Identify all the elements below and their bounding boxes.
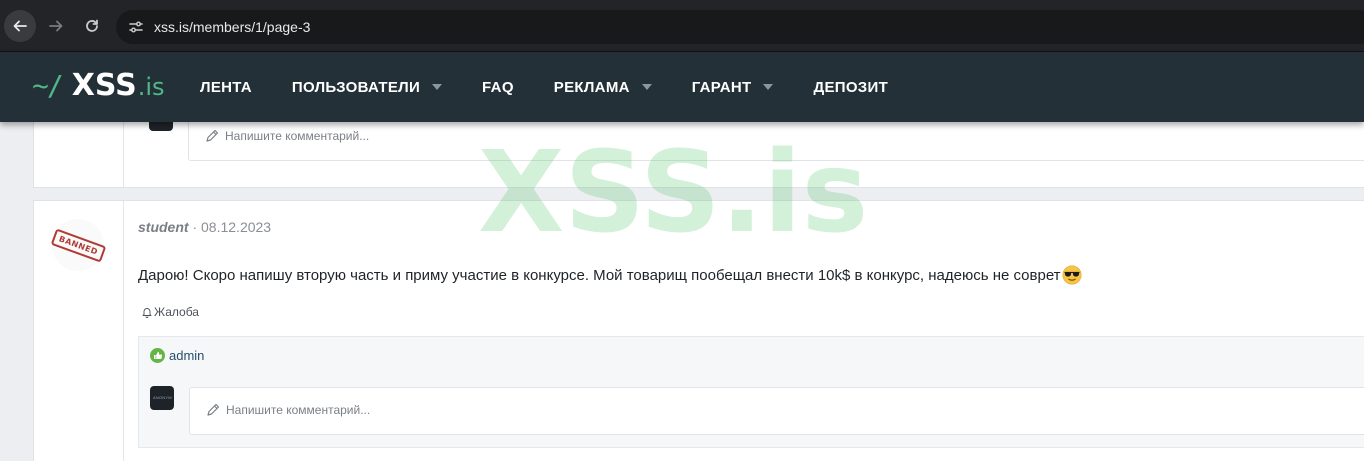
report-label: Жалоба <box>154 305 199 319</box>
report-link[interactable]: Жалоба <box>141 305 199 319</box>
comment-placeholder-text: Напишите комментарий... <box>225 129 370 143</box>
logo-name: XSS <box>71 68 137 103</box>
reaction-user[interactable]: admin <box>169 348 204 363</box>
meta-separator: · <box>188 219 202 235</box>
chevron-down-icon[interactable] <box>432 84 443 90</box>
profile-post-card: BANNED student · 08.12.2023 Дарою! Скоро… <box>33 200 1364 461</box>
menu-item-deposit[interactable]: ДЕПОЗИТ <box>813 79 888 96</box>
comments-block: admin ANONYM Напишите комментарий... <box>138 336 1364 448</box>
author-link[interactable]: student <box>138 219 189 235</box>
post-text: Дарою! Скоро напишу вторую часть и приму… <box>138 266 1061 284</box>
reload-button[interactable] <box>76 10 108 42</box>
menu-item-users[interactable]: ПОЛЬЗОВАТЕЛИ <box>292 79 443 96</box>
browser-toolbar: xss.is/members/1/page-3 <box>0 0 1364 52</box>
post-date[interactable]: 08.12.2023 <box>201 219 271 235</box>
arrow-right-icon <box>49 20 63 32</box>
comment-placeholder-text: Напишите комментарий... <box>226 403 371 417</box>
reload-icon <box>86 19 98 32</box>
pencil-icon <box>206 129 219 142</box>
chevron-down-icon[interactable] <box>641 84 652 90</box>
post-body: Дарою! Скоро напишу вторую часть и приму… <box>138 265 1082 285</box>
sunglasses-emoji-icon <box>1062 265 1082 285</box>
logo-tld: .is <box>137 73 165 101</box>
logo-tilde: ~/ <box>32 69 64 102</box>
address-bar[interactable]: xss.is/members/1/page-3 <box>116 10 1364 44</box>
arrow-left-icon <box>13 20 27 32</box>
menu-item-ads[interactable]: РЕКЛАМА <box>554 79 652 96</box>
pencil-icon <box>207 403 220 416</box>
thumbs-up-icon <box>150 348 165 363</box>
menu-item-guarantor[interactable]: ГАРАНТ <box>692 79 774 96</box>
forward-button[interactable] <box>40 10 72 42</box>
chevron-down-icon[interactable] <box>763 84 774 90</box>
main-menu: ЛЕНТА ПОЛЬЗОВАТЕЛИ FAQ РЕКЛАМА ГАРАНТ ДЕ… <box>200 52 928 122</box>
avatar-label: ANONYM <box>153 395 172 400</box>
banned-stamp: BANNED <box>50 227 106 263</box>
site-header: ~/ XSS .is ЛЕНТА ПОЛЬЗОВАТЕЛИ FAQ РЕКЛАМ… <box>0 52 1364 122</box>
avatar[interactable]: BANNED <box>50 219 106 271</box>
url-text[interactable]: xss.is/members/1/page-3 <box>154 19 310 35</box>
menu-item-feed[interactable]: ЛЕНТА <box>200 79 252 96</box>
site-logo[interactable]: ~/ XSS .is <box>32 68 165 108</box>
post-gutter <box>34 111 124 187</box>
bell-icon <box>142 308 152 318</box>
post-meta: student · 08.12.2023 <box>138 219 271 235</box>
avatar[interactable]: ANONYM <box>150 386 174 410</box>
reaction-summary[interactable]: admin <box>150 348 204 363</box>
comment-input[interactable]: Напишите комментарий... <box>189 387 1364 435</box>
tune-icon[interactable] <box>126 17 146 37</box>
back-button[interactable] <box>4 10 36 42</box>
menu-item-faq[interactable]: FAQ <box>482 79 514 96</box>
